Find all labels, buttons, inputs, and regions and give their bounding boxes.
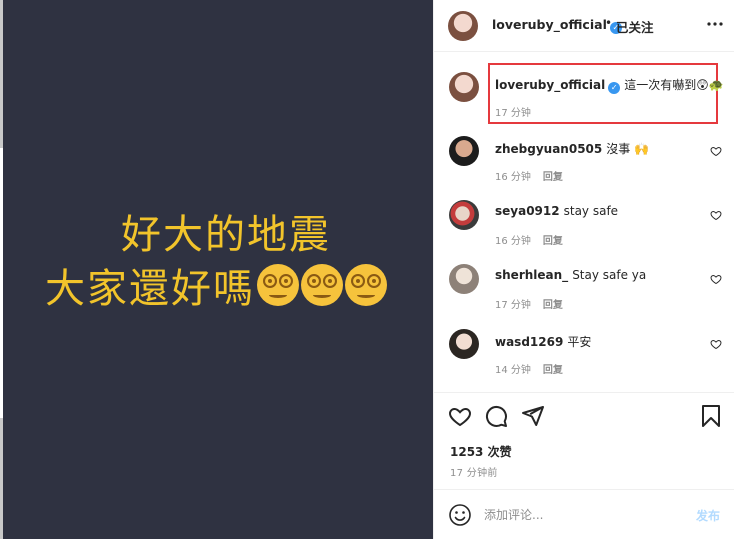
comment-text-row: wasd1269 平安: [495, 333, 591, 350]
comment-time[interactable]: 16 分钟: [495, 172, 531, 183]
dizzy-face-icon: [301, 264, 343, 306]
post-image: 好大的地震 大家還好嗎: [3, 0, 433, 539]
emoji-icon[interactable]: [448, 503, 472, 527]
comment-heart-icon[interactable]: [710, 145, 722, 157]
comment-time[interactable]: 14 分钟: [495, 365, 531, 376]
share-icon[interactable]: [521, 404, 545, 428]
post-header: loveruby_official ✓ • 已关注: [434, 0, 734, 52]
avatar[interactable]: [449, 200, 479, 230]
dizzy-face-icon: [257, 264, 299, 306]
caption-text-row: loveruby_official ✓ 這一次有嚇到😲🐢: [495, 76, 724, 94]
post-side-panel: loveruby_official ✓ • 已关注 loveruby_offici…: [433, 0, 734, 539]
comment-text-row: seya0912 stay safe: [495, 204, 618, 218]
reply-button[interactable]: 回复: [543, 300, 563, 311]
comment-username[interactable]: zhebgyuan0505: [495, 142, 602, 156]
posted-time[interactable]: 17 分钟前: [450, 464, 498, 479]
divider: [434, 489, 734, 490]
verified-badge-icon: ✓: [608, 82, 621, 94]
heart-icon[interactable]: [448, 404, 472, 428]
comment-username[interactable]: wasd1269: [495, 335, 563, 349]
avatar[interactable]: [449, 264, 479, 294]
post-image-line1: 好大的地震: [121, 212, 331, 258]
comment-text: stay safe: [563, 204, 619, 218]
comment-text-row: sherhlean_ Stay safe ya: [495, 268, 646, 282]
comment-input[interactable]: [484, 504, 684, 526]
post-image-line2: 大家還好嗎: [3, 256, 431, 314]
follow-status-button[interactable]: 已关注: [616, 17, 654, 36]
reply-button[interactable]: 回复: [543, 172, 563, 183]
comment-text: 平安: [567, 335, 592, 349]
header-username-text[interactable]: loveruby_official: [492, 17, 607, 32]
comment-username[interactable]: sherhlean_: [495, 268, 568, 282]
reply-button[interactable]: 回复: [543, 365, 563, 376]
comment-heart-icon[interactable]: [710, 209, 722, 221]
reply-button[interactable]: 回复: [543, 236, 563, 247]
header-separator: •: [605, 16, 613, 30]
caption-time[interactable]: 17 分钟: [495, 104, 531, 119]
header-username[interactable]: loveruby_official ✓: [492, 17, 622, 34]
caption-username[interactable]: loveruby_official ✓: [495, 78, 621, 94]
avatar[interactable]: [449, 72, 479, 102]
comment-meta: 16 分钟 回复: [495, 232, 563, 247]
post-image-line2-text: 大家還好嗎: [45, 266, 255, 312]
comment-heart-icon[interactable]: [710, 273, 722, 285]
comment-text: Stay safe ya: [572, 268, 647, 282]
likes-count[interactable]: 1253 次赞: [450, 443, 512, 460]
post-comment-button[interactable]: 发布: [696, 507, 720, 524]
divider: [434, 392, 734, 393]
comment-username[interactable]: seya0912: [495, 204, 560, 218]
comment-text: 沒事 🙌: [606, 142, 650, 156]
avatar[interactable]: [449, 329, 479, 359]
comment-heart-icon[interactable]: [710, 338, 722, 350]
comment-icon[interactable]: [484, 404, 508, 428]
comment-meta: 17 分钟 回复: [495, 296, 563, 311]
comment-meta: 16 分钟 回复: [495, 168, 563, 183]
more-options-icon[interactable]: [703, 12, 727, 36]
comment-time[interactable]: 17 分钟: [495, 300, 531, 311]
comment-text-row: zhebgyuan0505 沒事 🙌: [495, 140, 649, 157]
comment-meta: 14 分钟 回复: [495, 361, 563, 376]
bookmark-icon[interactable]: [699, 404, 723, 428]
comment-time[interactable]: 16 分钟: [495, 236, 531, 247]
caption-username-text[interactable]: loveruby_official: [495, 78, 605, 92]
dizzy-face-icon: [345, 264, 387, 306]
avatar[interactable]: [449, 136, 479, 166]
caption-text: 這一次有嚇到😲🐢: [624, 78, 724, 92]
avatar[interactable]: [448, 11, 478, 41]
